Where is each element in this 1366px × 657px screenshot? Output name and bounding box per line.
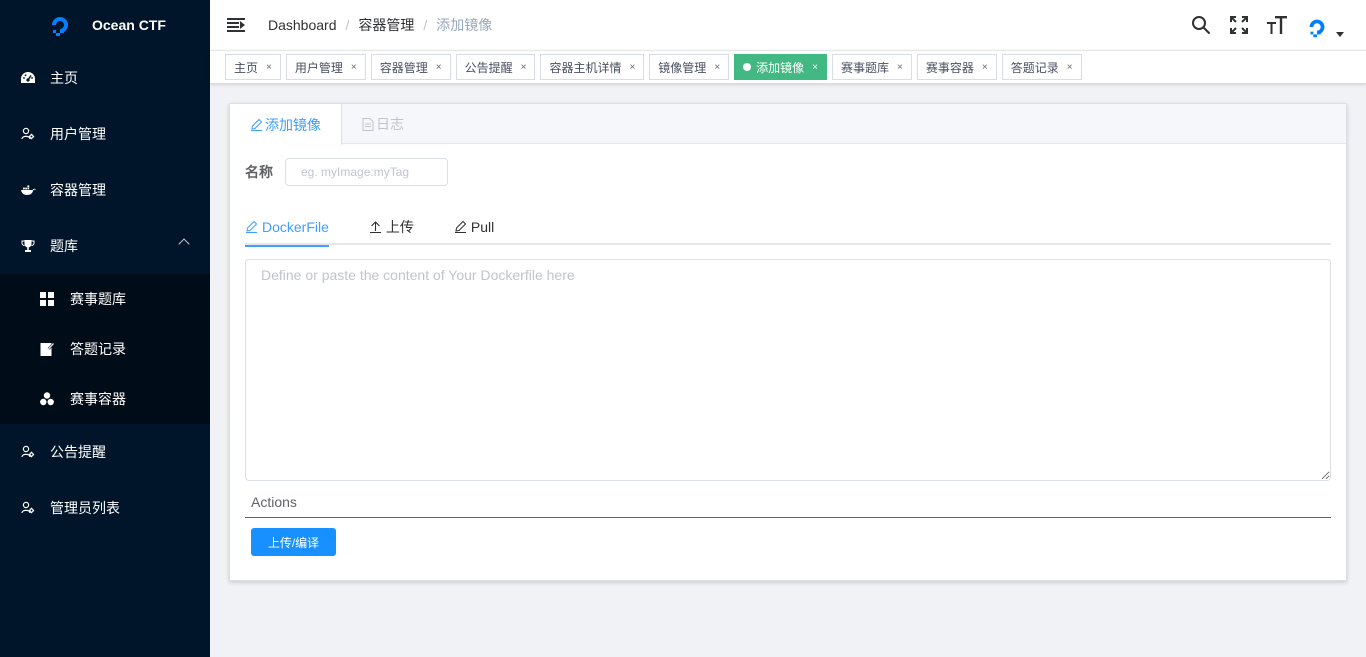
tab-add-image[interactable]: 添加镜像	[230, 104, 342, 145]
header-actions	[1174, 0, 1344, 50]
tab-pull[interactable]: Pull	[454, 208, 494, 245]
tags-view: 主页 × 用户管理 × 容器管理 × 公告提醒 × 容器主机详情 × 镜像管理 × 添加镜像…	[210, 50, 1366, 84]
cluster-icon	[40, 392, 54, 406]
tag-add-image[interactable]: 添加镜像 ×	[734, 54, 828, 80]
font-size-icon[interactable]	[1266, 14, 1288, 36]
close-icon[interactable]: ×	[897, 62, 903, 73]
tag-image-management[interactable]: 镜像管理 ×	[649, 54, 730, 80]
name-form-row: 名称	[245, 158, 448, 186]
edit-icon	[245, 220, 258, 233]
card-tabs: 添加镜像 日志	[230, 104, 1346, 145]
user-icon	[20, 444, 36, 460]
chevron-up-icon	[178, 238, 190, 250]
active-dot-icon	[743, 63, 752, 71]
sidebar-item-question-bank[interactable]: 题库	[0, 218, 210, 274]
upload-build-button[interactable]: 上传/编译	[251, 528, 336, 556]
user-icon	[20, 126, 36, 142]
close-icon[interactable]: ×	[351, 62, 357, 73]
tag-event-containers[interactable]: 赛事容器 ×	[916, 54, 997, 80]
edit-doc-icon	[40, 342, 54, 356]
sidebar-item-container-management[interactable]: 容器管理	[0, 162, 210, 218]
close-icon[interactable]: ×	[982, 62, 988, 73]
build-method-tabs: DockerFile 上传 Pull	[245, 208, 1331, 247]
hamburger-menu-icon[interactable]	[227, 17, 245, 33]
logo[interactable]: Ocean CTF	[0, 0, 210, 50]
sidebar-item-label: 主页	[50, 70, 78, 86]
edit-icon	[250, 118, 263, 131]
sidebar-item-answer-records[interactable]: 答题记录	[0, 324, 210, 374]
tag-user-management[interactable]: 用户管理 ×	[285, 54, 366, 80]
close-icon[interactable]: ×	[629, 62, 635, 73]
name-label: 名称	[245, 164, 273, 180]
actions-divider: Actions	[245, 486, 1331, 518]
tab-upload[interactable]: 上传	[369, 208, 414, 245]
breadcrumb-dashboard[interactable]: Dashboard	[268, 17, 337, 33]
actions-label: Actions	[251, 493, 297, 510]
sidebar-item-home[interactable]: 主页	[0, 50, 210, 106]
navbar: Dashboard / 容器管理 / 添加镜像	[210, 0, 1366, 50]
close-icon[interactable]: ×	[266, 62, 272, 73]
breadcrumb: Dashboard / 容器管理 / 添加镜像	[268, 15, 493, 35]
user-avatar-dropdown[interactable]	[1304, 10, 1344, 40]
dashboard-icon	[20, 70, 36, 86]
tag-event-questions[interactable]: 赛事题库 ×	[832, 54, 912, 80]
sidebar-item-label: 题库	[50, 238, 78, 254]
add-image-card: 添加镜像 日志 名称 DockerFile 上传	[229, 103, 1347, 581]
sidebar-item-announcements[interactable]: 公告提醒	[0, 424, 210, 480]
dockerfile-textarea[interactable]	[245, 259, 1331, 481]
close-icon[interactable]: ×	[1067, 62, 1073, 73]
sidebar-item-label: 容器管理	[50, 182, 106, 198]
avatar-icon	[1309, 19, 1325, 38]
breadcrumb-add-image: 添加镜像	[436, 17, 493, 33]
sidebar-item-label: 公告提醒	[50, 444, 106, 460]
breadcrumb-container-management[interactable]: 容器管理	[358, 15, 414, 35]
close-icon[interactable]: ×	[521, 62, 527, 73]
tag-container-management[interactable]: 容器管理 ×	[370, 54, 451, 80]
document-icon	[362, 117, 374, 131]
close-icon[interactable]: ×	[714, 62, 720, 73]
sidebar: Ocean CTF 主页 用户管理 容器管理 题库 赛事题库 答题记录 赛事容器…	[0, 0, 210, 657]
sidebar-item-label: 答题记录	[70, 341, 126, 357]
close-icon[interactable]: ×	[812, 62, 818, 73]
edit-icon	[454, 220, 467, 233]
image-name-input[interactable]	[285, 158, 448, 186]
caret-down-icon	[1336, 32, 1344, 37]
tag-answer-records[interactable]: 答题记录 ×	[1001, 54, 1082, 80]
sidebar-item-label: 管理员列表	[50, 500, 120, 516]
tab-log[interactable]: 日志	[342, 104, 424, 144]
sidebar-item-label: 用户管理	[50, 126, 106, 142]
tab-dockerfile[interactable]: DockerFile	[245, 208, 329, 247]
fullscreen-icon[interactable]	[1228, 14, 1250, 36]
user-icon	[20, 500, 36, 516]
sidebar-item-admin-list[interactable]: 管理员列表	[0, 480, 210, 536]
digitalocean-logo-icon	[46, 11, 74, 39]
search-icon[interactable]	[1190, 14, 1212, 36]
app-title: Ocean CTF	[92, 17, 166, 33]
tag-home[interactable]: 主页 ×	[225, 54, 281, 80]
submenu-question-bank: 赛事题库 答题记录 赛事容器	[0, 274, 210, 424]
close-icon[interactable]: ×	[436, 62, 442, 73]
sidebar-item-label: 赛事容器	[70, 391, 126, 407]
sidebar-item-event-questions[interactable]: 赛事题库	[0, 274, 210, 324]
sidebar-item-user-management[interactable]: 用户管理	[0, 106, 210, 162]
tag-announcements[interactable]: 公告提醒 ×	[455, 54, 536, 80]
sidebar-item-event-containers[interactable]: 赛事容器	[0, 374, 210, 424]
trophy-icon	[20, 238, 36, 254]
upload-icon	[369, 220, 382, 233]
tag-container-host-detail[interactable]: 容器主机详情 ×	[540, 54, 645, 80]
sidebar-item-label: 赛事题库	[70, 291, 126, 307]
docker-icon	[20, 182, 36, 198]
grid-icon	[40, 292, 54, 306]
